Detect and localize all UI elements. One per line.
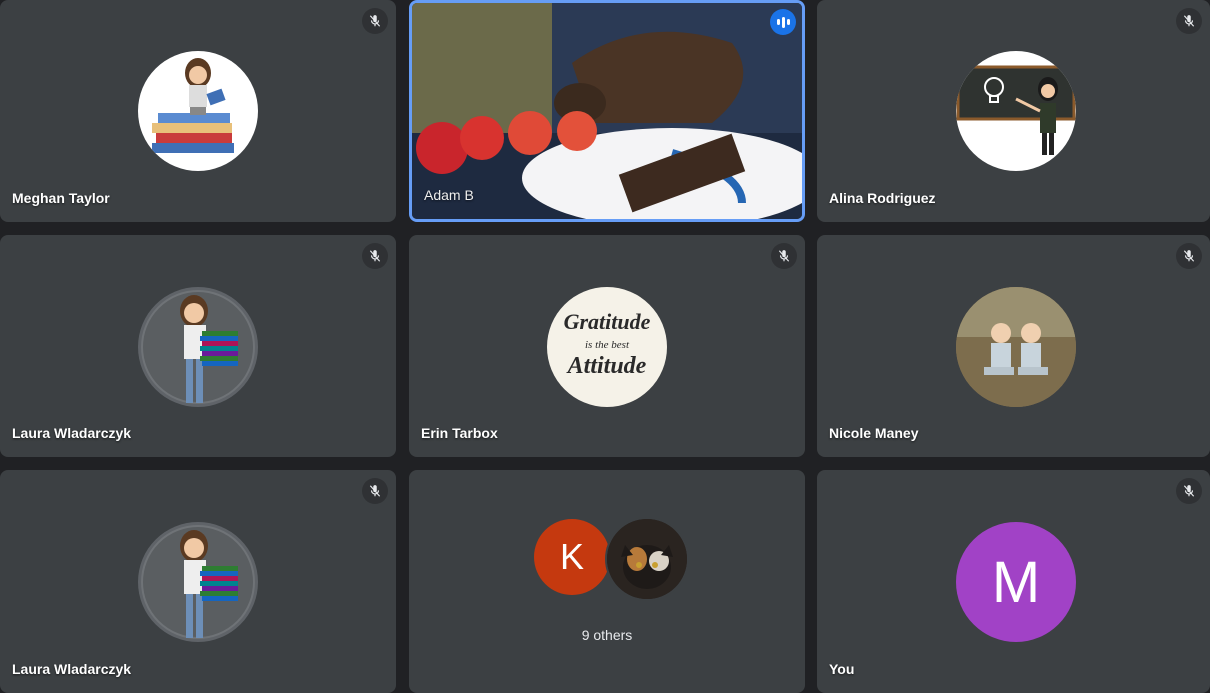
participant-tile-laura-wladarczyk[interactable]: Laura Wladarczyk <box>0 235 396 457</box>
bitmoji-reading-books-icon <box>138 51 258 171</box>
others-count-label: 9 others <box>581 627 633 643</box>
participant-name: Meghan Taylor <box>12 190 110 206</box>
participant-name: Alina Rodriguez <box>829 190 936 206</box>
mic-off-icon <box>362 243 388 269</box>
mic-off-icon <box>362 478 388 504</box>
participant-tile-alina-rodriguez[interactable]: Alina Rodriguez <box>817 0 1210 222</box>
mic-off-icon <box>1176 8 1202 34</box>
bitmoji-holding-books-icon <box>138 287 258 407</box>
mic-off-icon <box>771 243 797 269</box>
participant-tile-you[interactable]: M You <box>817 470 1210 693</box>
participant-name: Adam B <box>424 187 474 203</box>
avatar-letter-m: M <box>956 522 1076 642</box>
avatar-text-line1: Gratitude <box>563 309 651 334</box>
avatar-letter: K <box>559 536 584 577</box>
speaking-indicator-icon <box>770 9 796 35</box>
two-children-photo-icon <box>956 287 1076 407</box>
gratitude-quote-avatar: Gratitude is the best Attitude <box>547 287 667 407</box>
participant-tile-laura-wladarczyk-2[interactable]: Laura Wladarczyk <box>0 470 396 693</box>
participant-tile-others[interactable]: K 9 others <box>409 470 805 693</box>
avatar-letter: M <box>991 549 1041 615</box>
avatar-text-line3: Attitude <box>567 353 647 379</box>
participant-tile-adam-b[interactable]: Adam B <box>409 0 805 222</box>
participant-name: Erin Tarbox <box>421 425 498 441</box>
mic-off-icon <box>1176 243 1202 269</box>
participant-name: Laura Wladarczyk <box>12 661 132 677</box>
avatar-text-line2: is the best <box>585 339 629 351</box>
mic-off-icon <box>1176 478 1202 504</box>
participant-name: Nicole Maney <box>829 425 919 441</box>
cat-photo-icon <box>605 517 689 601</box>
participant-name: You <box>829 661 855 677</box>
bitmoji-chalkboard-icon <box>956 51 1076 171</box>
participant-tile-nicole-maney[interactable]: Nicole Maney <box>817 235 1210 457</box>
avatar-letter-k: K <box>534 519 610 595</box>
participant-tile-meghan-taylor[interactable]: Meghan Taylor <box>0 0 396 222</box>
participant-name: Laura Wladarczyk <box>12 425 132 441</box>
participant-tile-erin-tarbox[interactable]: Gratitude is the best Attitude Erin Tarb… <box>409 235 805 457</box>
mic-off-icon <box>362 8 388 34</box>
bitmoji-holding-books-icon <box>138 522 258 642</box>
